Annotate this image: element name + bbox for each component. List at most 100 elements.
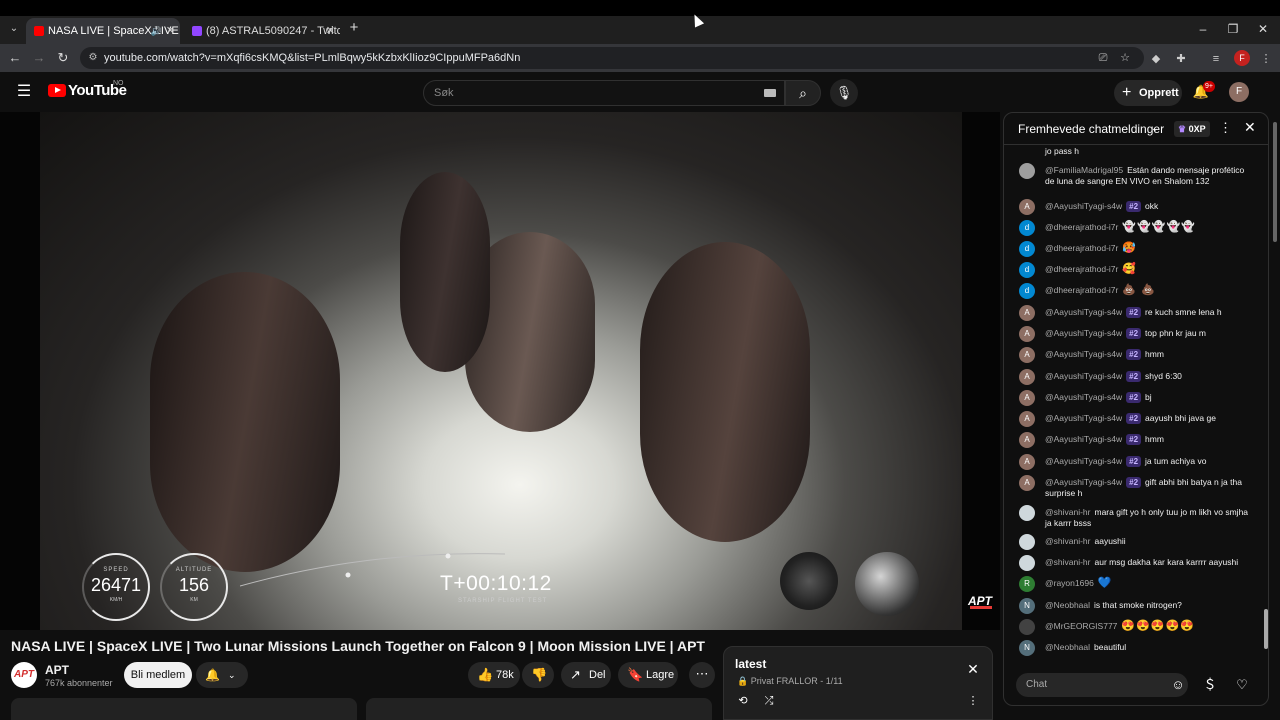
chat-author-avatar[interactable]: d bbox=[1019, 262, 1035, 278]
super-chat-icon[interactable]: ＄ bbox=[1200, 675, 1220, 695]
chat-author-name[interactable]: @Neobhaal bbox=[1045, 600, 1090, 610]
extension-icon[interactable]: ◆ bbox=[1148, 51, 1164, 67]
chat-author-avatar[interactable] bbox=[1019, 534, 1035, 550]
chat-author-avatar[interactable]: A bbox=[1019, 305, 1035, 321]
install-app-icon[interactable]: ⎚ bbox=[1095, 50, 1111, 66]
chat-author-avatar[interactable]: A bbox=[1019, 326, 1035, 342]
chat-author-avatar[interactable]: N bbox=[1019, 598, 1035, 614]
chat-author-name[interactable]: @AayushiTyagi-s4w bbox=[1045, 349, 1122, 359]
share-button[interactable]: ↗ Del bbox=[561, 662, 611, 688]
chat-author-name[interactable]: @AayushiTyagi-s4w bbox=[1045, 434, 1122, 444]
youtube-logo-icon[interactable] bbox=[48, 84, 66, 97]
chat-author-name[interactable]: @Neobhaal bbox=[1045, 642, 1090, 652]
back-icon[interactable]: ← bbox=[5, 48, 25, 68]
page-scroll-thumb[interactable] bbox=[1273, 122, 1277, 242]
chat-author-avatar[interactable]: A bbox=[1019, 454, 1035, 470]
chat-author-avatar[interactable]: A bbox=[1019, 347, 1035, 363]
chat-author-name[interactable]: @dheerajrathod-i7r bbox=[1045, 264, 1118, 274]
account-avatar[interactable]: F bbox=[1229, 82, 1249, 102]
chat-author-avatar[interactable] bbox=[1019, 619, 1035, 635]
shuffle-icon[interactable]: ⤮ bbox=[761, 693, 777, 709]
address-bar[interactable]: ⚙ youtube.com/watch?v=mXqfi6csKMQ&list=P… bbox=[80, 47, 1144, 69]
chat-author-name[interactable]: @FamiliaMadrigal95 bbox=[1045, 165, 1123, 175]
speaker-icon[interactable]: 🔊 bbox=[151, 18, 162, 44]
chat-author-name[interactable]: @AayushiTyagi-s4w bbox=[1045, 371, 1122, 381]
url-text[interactable]: youtube.com/watch?v=mXqfi6csKMQ&list=PLm… bbox=[104, 47, 520, 69]
chat-author-name[interactable]: @shivani-hr bbox=[1045, 557, 1090, 567]
chevron-down-icon[interactable]: ⌄ bbox=[1151, 123, 1159, 134]
window-close-icon[interactable]: ✕ bbox=[1248, 18, 1278, 40]
keyboard-icon[interactable] bbox=[764, 89, 776, 97]
search-icon[interactable]: ⌕ bbox=[785, 80, 821, 106]
reload-icon[interactable]: ↻ bbox=[53, 48, 73, 68]
chat-author-name[interactable]: @dheerajrathod-i7r bbox=[1045, 222, 1118, 232]
tab-youtube[interactable]: NASA LIVE | SpaceX LIVE | T 🔊 ✕ bbox=[26, 18, 180, 44]
more-actions-icon[interactable]: ⋯ bbox=[689, 662, 715, 688]
channel-avatar[interactable]: APT bbox=[11, 662, 37, 688]
chat-author-avatar[interactable]: d bbox=[1019, 220, 1035, 236]
tab-twitch[interactable]: (8) ASTRAL5090247 - Twitch ✕ bbox=[184, 18, 340, 44]
chat-author-avatar[interactable]: A bbox=[1019, 199, 1035, 215]
chat-author-name[interactable]: @AayushiTyagi-s4w bbox=[1045, 456, 1122, 466]
search-input[interactable]: Søk bbox=[423, 80, 785, 106]
chat-author-name[interactable]: @AayushiTyagi-s4w bbox=[1045, 328, 1122, 338]
chat-author-avatar[interactable]: d bbox=[1019, 241, 1035, 257]
chat-author-name[interactable]: @AayushiTyagi-s4w bbox=[1045, 392, 1122, 402]
chat-author-avatar[interactable]: A bbox=[1019, 432, 1035, 448]
chat-author-avatar[interactable] bbox=[1019, 163, 1035, 179]
playlist-menu-icon[interactable]: ⋮ bbox=[965, 693, 981, 709]
browser-menu-icon[interactable]: ⋮ bbox=[1258, 51, 1274, 67]
chat-message-list[interactable]: jo pass h @FamiliaMadrigal95 Están dando m… bbox=[1004, 146, 1262, 664]
playlist-title[interactable]: latest bbox=[735, 657, 766, 671]
description-box-right[interactable] bbox=[366, 698, 712, 720]
site-info-icon[interactable]: ⚙ bbox=[86, 51, 100, 65]
loop-icon[interactable]: ⟲ bbox=[735, 693, 751, 709]
chat-author-name[interactable]: @AayushiTyagi-s4w bbox=[1045, 201, 1122, 211]
chat-author-name[interactable]: @AayushiTyagi-s4w bbox=[1045, 477, 1122, 487]
page-scrollbar[interactable] bbox=[1272, 112, 1278, 720]
chat-author-avatar[interactable] bbox=[1019, 505, 1035, 521]
chat-author-avatar[interactable]: R bbox=[1019, 576, 1035, 592]
channel-name[interactable]: APT bbox=[45, 663, 69, 677]
chat-author-avatar[interactable] bbox=[1019, 555, 1035, 571]
chat-mode-label[interactable]: Fremhevede chatmeldinger bbox=[1018, 122, 1164, 136]
chat-scroll-thumb[interactable] bbox=[1264, 609, 1268, 649]
chat-author-name[interactable]: @shivani-hr bbox=[1045, 507, 1090, 517]
dislike-button[interactable]: 👎 bbox=[522, 662, 554, 688]
chat-author-name[interactable]: @dheerajrathod-i7r bbox=[1045, 243, 1118, 253]
chat-author-avatar[interactable]: N bbox=[1019, 640, 1035, 656]
chat-scrollbar[interactable] bbox=[1264, 149, 1268, 659]
chat-input[interactable]: Chat bbox=[1016, 673, 1188, 697]
chat-author-name[interactable]: @shivani-hr bbox=[1045, 536, 1090, 546]
forward-icon[interactable]: → bbox=[29, 48, 49, 68]
tab-close-icon[interactable]: ✕ bbox=[166, 18, 175, 44]
chat-author-name[interactable]: @MrGEORGIS777 bbox=[1045, 621, 1117, 631]
chat-author-name[interactable]: @rayon1696 bbox=[1045, 578, 1094, 588]
subscription-bell-button[interactable]: 🔔 ⌄ bbox=[196, 662, 248, 688]
media-control-icon[interactable]: ≡ bbox=[1208, 51, 1224, 67]
maximize-icon[interactable]: ❐ bbox=[1218, 18, 1248, 40]
save-button[interactable]: 🔖 Lagre bbox=[618, 662, 678, 688]
description-box[interactable] bbox=[11, 698, 357, 720]
emoji-icon[interactable]: ☺ bbox=[1168, 675, 1188, 695]
extensions-puzzle-icon[interactable]: ✚ bbox=[1173, 51, 1189, 67]
browser-profile-avatar[interactable]: F bbox=[1234, 50, 1250, 66]
hamburger-menu-icon[interactable]: ☰ bbox=[14, 82, 34, 102]
chat-menu-icon[interactable]: ⋮ bbox=[1219, 120, 1232, 136]
chat-author-avatar[interactable]: d bbox=[1019, 283, 1035, 299]
chat-author-avatar[interactable]: A bbox=[1019, 369, 1035, 385]
microphone-icon[interactable]: 🎙 bbox=[830, 79, 858, 107]
tab-close-icon[interactable]: ✕ bbox=[326, 18, 335, 44]
new-tab-icon[interactable]: + bbox=[347, 18, 361, 38]
tab-search-chevron-icon[interactable]: ⌄ bbox=[6, 21, 22, 37]
playlist-close-icon[interactable]: ✕ bbox=[965, 661, 981, 677]
chat-author-name[interactable]: @AayushiTyagi-s4w bbox=[1045, 413, 1122, 423]
chat-author-name[interactable]: @AayushiTyagi-s4w bbox=[1045, 307, 1122, 317]
chat-author-avatar[interactable]: A bbox=[1019, 475, 1035, 491]
chat-author-avatar[interactable]: A bbox=[1019, 390, 1035, 406]
chat-author-name[interactable]: @dheerajrathod-i7r bbox=[1045, 285, 1118, 295]
create-button[interactable]: + Opprett bbox=[1114, 80, 1182, 106]
join-button[interactable]: Bli medlem bbox=[124, 662, 192, 688]
minimize-icon[interactable]: – bbox=[1188, 18, 1218, 40]
xp-badge[interactable]: ♛ 0XP bbox=[1174, 121, 1210, 137]
